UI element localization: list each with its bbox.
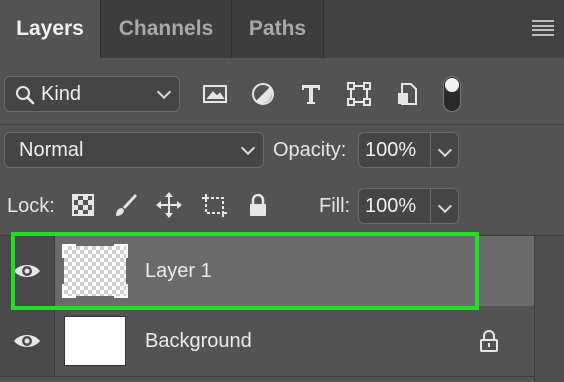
lock-label: Lock: — [7, 195, 55, 217]
layer-row-layer-1[interactable]: Layer 1 — [0, 236, 534, 306]
hamburger-menu-icon[interactable] — [532, 20, 554, 36]
eye-icon[interactable] — [12, 261, 42, 281]
fill-input[interactable]: 100% — [358, 188, 431, 224]
image-filter-icon[interactable] — [200, 79, 230, 109]
lock-all-icon[interactable] — [243, 190, 273, 220]
fill-label: Fill: — [319, 195, 351, 217]
tab-channels[interactable]: Channels — [101, 0, 232, 58]
chevron-down-icon — [437, 198, 453, 214]
lock-image-pixels-icon[interactable] — [110, 190, 140, 220]
lock-position-icon[interactable] — [154, 190, 184, 220]
tab-paths[interactable]: Paths — [232, 0, 324, 58]
layer-name[interactable]: Background — [145, 330, 252, 353]
type-filter-icon[interactable] — [296, 79, 326, 109]
opacity-label: Opacity: — [273, 139, 347, 161]
fill-dropdown-button[interactable] — [431, 188, 459, 224]
visibility-column — [0, 306, 55, 376]
opacity-dropdown-button[interactable] — [431, 132, 459, 168]
layer-thumbnail[interactable] — [62, 244, 128, 298]
panel-tab-bar: Layers Channels Paths — [0, 0, 564, 58]
smart-object-filter-icon[interactable] — [392, 79, 422, 109]
blend-mode-select[interactable]: Normal — [4, 132, 264, 168]
adjustment-filter-icon[interactable] — [248, 79, 278, 109]
layer-row-background[interactable]: Background — [0, 306, 534, 376]
visibility-column — [0, 236, 55, 306]
lock-artboard-icon[interactable] — [199, 190, 229, 220]
opacity-input[interactable]: 100% — [358, 132, 431, 168]
shape-filter-icon[interactable] — [344, 79, 374, 109]
layer-locked-icon[interactable] — [478, 329, 500, 353]
blend-mode-value: Normal — [19, 138, 84, 161]
layer-name[interactable]: Layer 1 — [145, 260, 212, 283]
filter-kind-label: Kind — [41, 82, 82, 105]
chevron-down-icon — [240, 140, 256, 156]
chevron-down-icon — [156, 84, 172, 100]
filter-toggle-icon[interactable] — [443, 76, 461, 112]
layers-scrollbar[interactable] — [534, 236, 564, 382]
eye-icon[interactable] — [12, 331, 42, 351]
divider — [0, 376, 564, 377]
divider — [0, 124, 564, 125]
filter-kind-select[interactable]: Kind — [4, 76, 180, 112]
tab-layers[interactable]: Layers — [0, 0, 101, 58]
layer-thumbnail[interactable] — [64, 316, 126, 366]
chevron-down-icon — [437, 142, 453, 158]
lock-transparent-pixels-icon[interactable] — [68, 190, 98, 220]
magnifier-icon — [16, 86, 35, 105]
